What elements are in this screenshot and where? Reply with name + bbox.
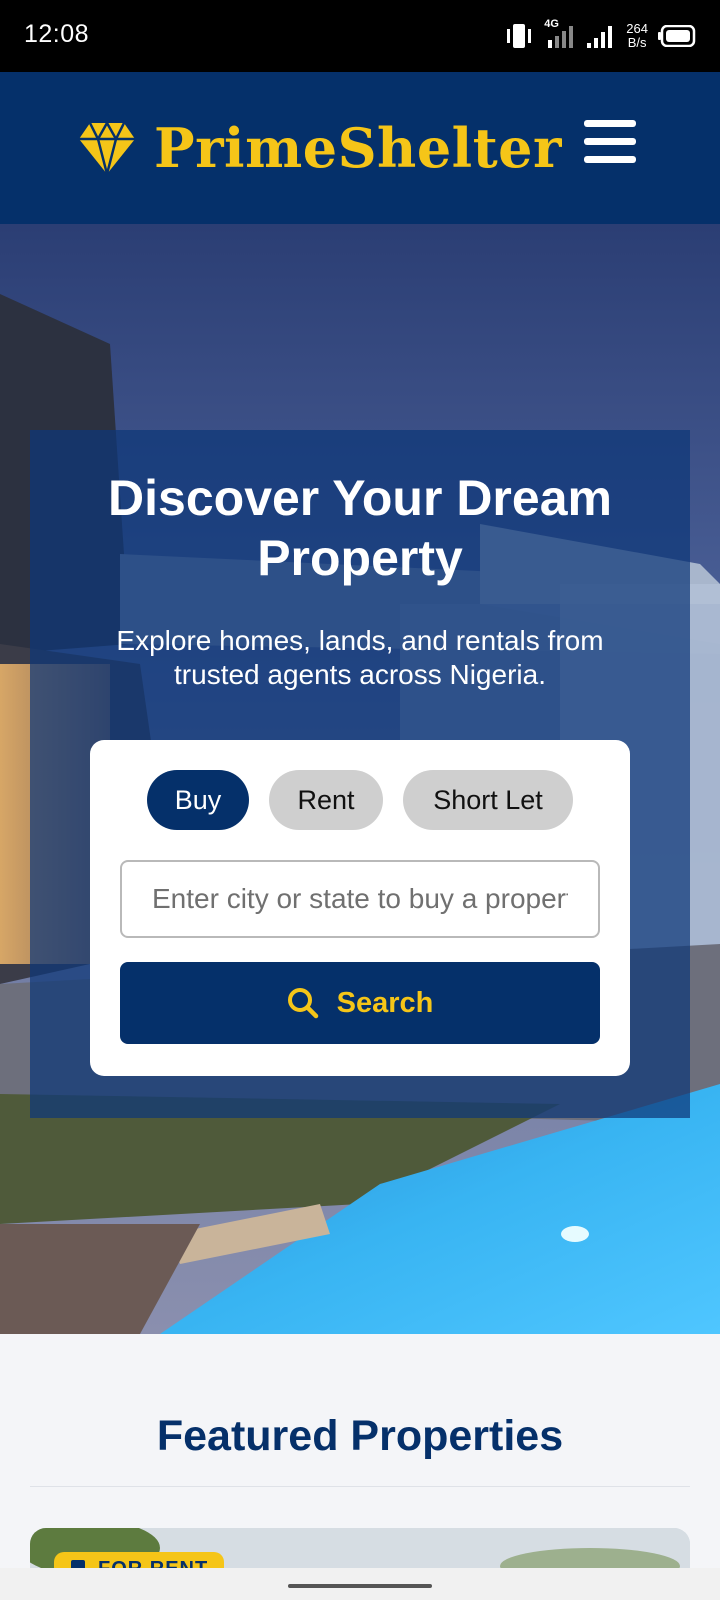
hamburger-menu-icon[interactable] bbox=[584, 118, 638, 166]
hero-title: Discover Your Dream Property bbox=[108, 470, 612, 586]
status-bar: 12:08 4G 264 B/s bbox=[0, 0, 720, 72]
brand[interactable]: PrimeShelter bbox=[78, 116, 562, 180]
tab-short-let[interactable]: Short Let bbox=[403, 770, 573, 830]
vibrate-icon bbox=[507, 24, 532, 48]
section-divider bbox=[30, 1486, 690, 1487]
network-type: 4G bbox=[544, 18, 559, 30]
network-speed: 264 B/s bbox=[626, 22, 648, 50]
hero-section: Discover Your Dream Property Explore hom… bbox=[0, 224, 720, 1334]
diamond-icon bbox=[79, 121, 135, 175]
home-indicator[interactable] bbox=[288, 1584, 432, 1588]
property-badge: FOR RENT bbox=[54, 1552, 225, 1568]
hero-panel: Discover Your Dream Property Explore hom… bbox=[30, 430, 690, 1118]
search-input[interactable] bbox=[120, 860, 600, 938]
property-badge-label: FOR RENT bbox=[98, 1558, 208, 1568]
system-nav-bar bbox=[0, 1568, 720, 1600]
property-card[interactable]: FOR RENT bbox=[30, 1528, 690, 1568]
search-button[interactable]: Search bbox=[120, 962, 600, 1044]
tab-buy[interactable]: Buy bbox=[147, 770, 249, 830]
brand-name: PrimeShelter bbox=[154, 116, 562, 180]
speed-unit: B/s bbox=[627, 35, 647, 50]
search-button-label: Search bbox=[336, 986, 434, 1019]
speed-value: 264 bbox=[626, 21, 648, 36]
search-icon bbox=[287, 988, 318, 1019]
signal-strong-icon bbox=[587, 26, 613, 48]
battery-icon bbox=[658, 25, 696, 47]
mobile-signal-4g: 4G bbox=[544, 18, 576, 50]
status-icons: 4G 264 B/s bbox=[504, 18, 696, 54]
listing-type-tabs: Buy Rent Short Let bbox=[90, 770, 630, 830]
key-icon bbox=[71, 1560, 85, 1568]
tab-rent[interactable]: Rent bbox=[269, 770, 383, 830]
search-card: Buy Rent Short Let Search bbox=[90, 740, 630, 1076]
status-time: 12:08 bbox=[24, 20, 90, 48]
hero-subtitle: Explore homes, lands, and rentals from t… bbox=[116, 625, 604, 690]
app-header: PrimeShelter bbox=[0, 72, 720, 224]
featured-properties-title: Featured Properties bbox=[156, 1412, 564, 1460]
